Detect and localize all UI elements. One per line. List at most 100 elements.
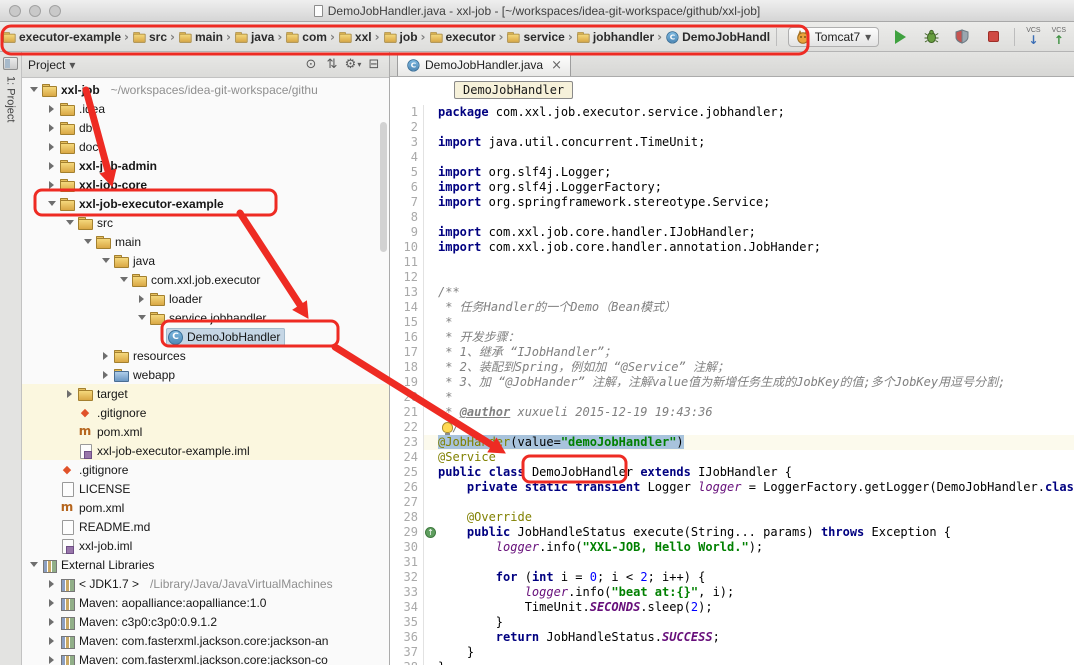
code-line: 14 * 任务Handler的一个Demo（Bean模式） (390, 300, 1074, 315)
stop-button[interactable] (983, 27, 1003, 47)
chevron-right-icon[interactable] (136, 295, 147, 303)
project-panel-title[interactable]: Project (28, 58, 65, 72)
chevron-right-icon[interactable] (46, 105, 57, 113)
breadcrumb-item[interactable]: src (132, 30, 167, 44)
intention-lightbulb-icon[interactable] (442, 422, 453, 433)
breadcrumb-separator-icon: › (657, 30, 662, 44)
tree-item[interactable]: target (22, 384, 389, 403)
chevron-right-icon[interactable] (46, 124, 57, 132)
tree-item[interactable]: main (22, 232, 389, 251)
tree-item[interactable]: Maven: c3p0:c3p0:0.9.1.2 (22, 612, 389, 631)
tree-item[interactable]: java (22, 251, 389, 270)
chevron-down-icon[interactable] (46, 201, 57, 206)
breadcrumb-item[interactable]: executor (429, 30, 496, 44)
tree-item[interactable]: com.xxl.job.executor (22, 270, 389, 289)
chevron-right-icon[interactable] (64, 390, 75, 398)
breadcrumb-item[interactable]: jobhandler (576, 30, 654, 44)
override-gutter-icon[interactable]: ↑ (424, 525, 438, 540)
project-tool-window-icon[interactable] (3, 57, 18, 70)
breadcrumb-item[interactable]: job (383, 30, 418, 44)
gear-icon[interactable]: ⚙▾ (344, 56, 362, 74)
chevron-down-icon[interactable]: ▾ (69, 58, 75, 72)
close-tab-icon[interactable]: × (551, 58, 562, 73)
tree-item[interactable]: loader (22, 289, 389, 308)
chevron-down-icon[interactable] (100, 258, 111, 263)
tree-item[interactable]: xxl-job.iml (22, 536, 389, 555)
breadcrumb-item[interactable]: xxl (338, 30, 372, 44)
tree-item[interactable]: db (22, 118, 389, 137)
tree-item[interactable]: xxl-job~/workspaces/idea-git-workspace/g… (22, 80, 389, 99)
tree-item[interactable]: pom.xml (22, 422, 389, 441)
chevron-right-icon[interactable] (46, 618, 57, 626)
tree-item[interactable]: doc (22, 137, 389, 156)
locate-file-icon[interactable]: ⊙ (302, 56, 320, 74)
tree-item[interactable]: resources (22, 346, 389, 365)
run-configuration-select[interactable]: Tomcat7 ▾ (788, 27, 879, 47)
chevron-right-icon[interactable] (100, 352, 111, 360)
tree-item[interactable]: service.jobhandler (22, 308, 389, 327)
code-area[interactable]: 1package com.xxl.job.executor.service.jo… (390, 103, 1074, 665)
vcs-update-button[interactable]: VCS ↓ (1026, 27, 1040, 46)
tree-item[interactable]: xxl-job-executor-example.iml (22, 441, 389, 460)
tree-item[interactable]: < JDK1.7 >/Library/Java/JavaVirtualMachi… (22, 574, 389, 593)
tree-item[interactable]: README.md (22, 517, 389, 536)
tree-item[interactable]: .gitignore (22, 460, 389, 479)
code-text (438, 210, 1074, 225)
git-icon (77, 405, 93, 421)
vcs-commit-button[interactable]: VCS ↑ (1052, 27, 1066, 46)
tree-item[interactable]: webapp (22, 365, 389, 384)
chevron-down-icon[interactable] (82, 239, 93, 244)
gutter-spacer (424, 360, 438, 375)
tree-item[interactable]: src (22, 213, 389, 232)
tree-item[interactable]: Maven: com.fasterxml.jackson.core:jackso… (22, 631, 389, 650)
chevron-down-icon[interactable] (118, 277, 129, 282)
tree-item[interactable]: xxl-job-executor-example (22, 194, 389, 213)
chevron-down-icon[interactable] (28, 562, 39, 567)
chevron-right-icon[interactable] (46, 599, 57, 607)
chevron-down-icon[interactable] (136, 315, 147, 320)
gutter-spacer (424, 225, 438, 240)
tree-item[interactable]: External Libraries (22, 555, 389, 574)
run-button[interactable] (890, 27, 910, 47)
chevron-right-icon[interactable] (46, 162, 57, 170)
breadcrumb-item[interactable]: main (178, 30, 223, 44)
breadcrumb-item[interactable]: executor-example (2, 30, 121, 44)
chevron-right-icon[interactable] (46, 580, 57, 588)
tree-item[interactable]: xxl-job-admin (22, 156, 389, 175)
hide-panel-icon[interactable]: ⊟ (365, 56, 383, 74)
run-with-coverage-button[interactable] (952, 27, 972, 47)
tree-item-label: xxl-job.iml (79, 539, 132, 553)
tool-stripe-label[interactable]: 1: Project (5, 76, 17, 122)
gutter-spacer (424, 105, 438, 120)
tree-item[interactable]: Maven: com.fasterxml.jackson.core:jackso… (22, 650, 389, 665)
chevron-right-icon[interactable] (46, 656, 57, 664)
breadcrumb-item[interactable]: java (234, 30, 274, 44)
chevron-right-icon[interactable] (46, 637, 57, 645)
tree-item[interactable]: DemoJobHandler (22, 327, 389, 346)
folder-icon (59, 158, 75, 174)
tree-item-label: xxl-job-core (79, 178, 147, 192)
breadcrumb-item[interactable]: com (285, 30, 327, 44)
tree-item[interactable]: .gitignore (22, 403, 389, 422)
debug-button[interactable] (921, 27, 941, 47)
chevron-right-icon[interactable] (100, 371, 111, 379)
tree-item[interactable]: .idea (22, 99, 389, 118)
tree-item[interactable]: xxl-job-core (22, 175, 389, 194)
chevron-right-icon[interactable] (46, 143, 57, 151)
chevron-down-icon[interactable] (28, 87, 39, 92)
chevron-down-icon[interactable] (64, 220, 75, 225)
code-text: * (438, 390, 1074, 405)
tree-item[interactable]: pom.xml (22, 498, 389, 517)
collapse-all-icon[interactable]: ⇅ (323, 56, 341, 74)
chevron-right-icon[interactable] (46, 181, 57, 189)
tree-item[interactable]: Maven: aopalliance:aopalliance:1.0 (22, 593, 389, 612)
minimize-window-button[interactable] (29, 5, 41, 17)
close-window-button[interactable] (9, 5, 21, 17)
tree-item[interactable]: LICENSE (22, 479, 389, 498)
zoom-window-button[interactable] (49, 5, 61, 17)
breadcrumb-item[interactable]: DemoJobHandler (665, 30, 770, 44)
breadcrumb-item[interactable]: service (506, 30, 564, 44)
tab-demojobhandler[interactable]: DemoJobHandler.java × (397, 53, 571, 76)
project-scrollbar[interactable] (380, 122, 387, 252)
chevron-down-icon: ▾ (865, 30, 871, 44)
